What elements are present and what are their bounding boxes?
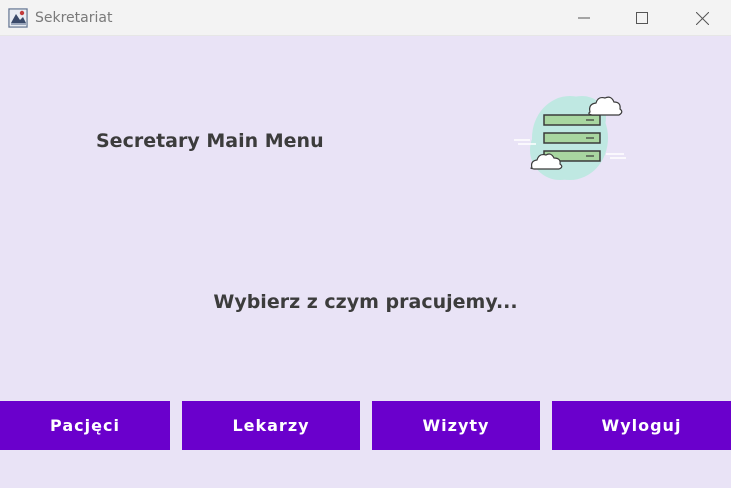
doctors-button[interactable]: Lekarzy xyxy=(182,401,360,450)
close-icon xyxy=(695,11,709,25)
minimize-button[interactable] xyxy=(555,0,613,36)
server-stack-clouds-icon xyxy=(514,96,626,180)
page-title: Secretary Main Menu xyxy=(96,130,324,152)
close-button[interactable] xyxy=(673,0,731,36)
maximize-button[interactable] xyxy=(613,0,671,36)
main-panel: Secretary Main Menu Wybierz z czym pracu… xyxy=(0,36,731,488)
instruction-text: Wybierz z czym pracujemy... xyxy=(213,291,518,313)
maximize-icon xyxy=(636,12,648,24)
java-app-icon xyxy=(8,8,28,28)
minimize-icon xyxy=(578,17,590,19)
title-bar[interactable]: Sekretariat xyxy=(0,0,731,36)
window-title: Sekretariat xyxy=(35,10,113,26)
patients-button[interactable]: Pacjęci xyxy=(0,401,170,450)
app-window: Sekretariat Secretary Main Menu Wybierz … xyxy=(0,0,731,488)
visits-button[interactable]: Wizyty xyxy=(372,401,540,450)
logout-button[interactable]: Wyloguj xyxy=(552,401,731,450)
